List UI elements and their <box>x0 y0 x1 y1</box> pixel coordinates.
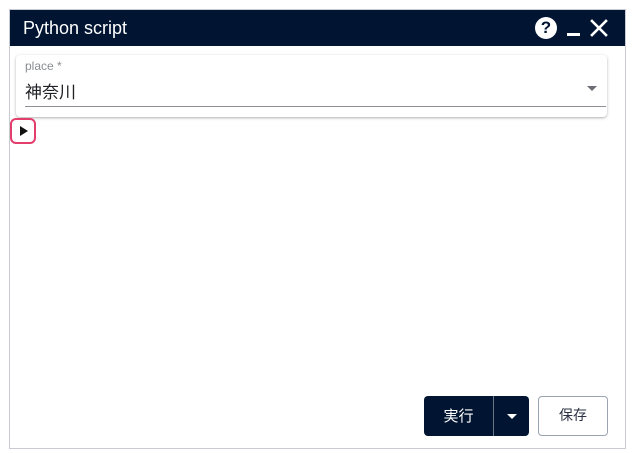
place-field-underline <box>25 106 606 107</box>
place-field-label: place * <box>25 59 62 73</box>
close-icon <box>590 19 608 37</box>
expand-toggle[interactable] <box>10 118 36 144</box>
run-menu-button[interactable] <box>494 396 529 436</box>
help-icon: ? <box>535 17 557 39</box>
minimize-icon <box>567 33 580 36</box>
chevron-down-icon[interactable] <box>587 86 597 91</box>
play-triangle-icon <box>20 126 28 136</box>
save-button[interactable]: 保存 <box>538 396 608 436</box>
minimize-button[interactable] <box>562 16 586 40</box>
place-select-card: place * 神奈川 <box>16 55 607 117</box>
python-script-dialog: Python script ? place * 神奈川 実行 保存 <box>9 9 626 449</box>
caret-down-icon <box>506 413 517 419</box>
dialog-title: Python script <box>23 18 128 38</box>
place-select[interactable]: 神奈川 <box>25 78 76 103</box>
help-button[interactable]: ? <box>534 16 558 40</box>
run-button[interactable]: 実行 <box>424 396 493 436</box>
run-button-group: 実行 <box>424 396 529 436</box>
title-bar: Python script ? <box>10 10 625 46</box>
close-button[interactable] <box>587 16 611 40</box>
